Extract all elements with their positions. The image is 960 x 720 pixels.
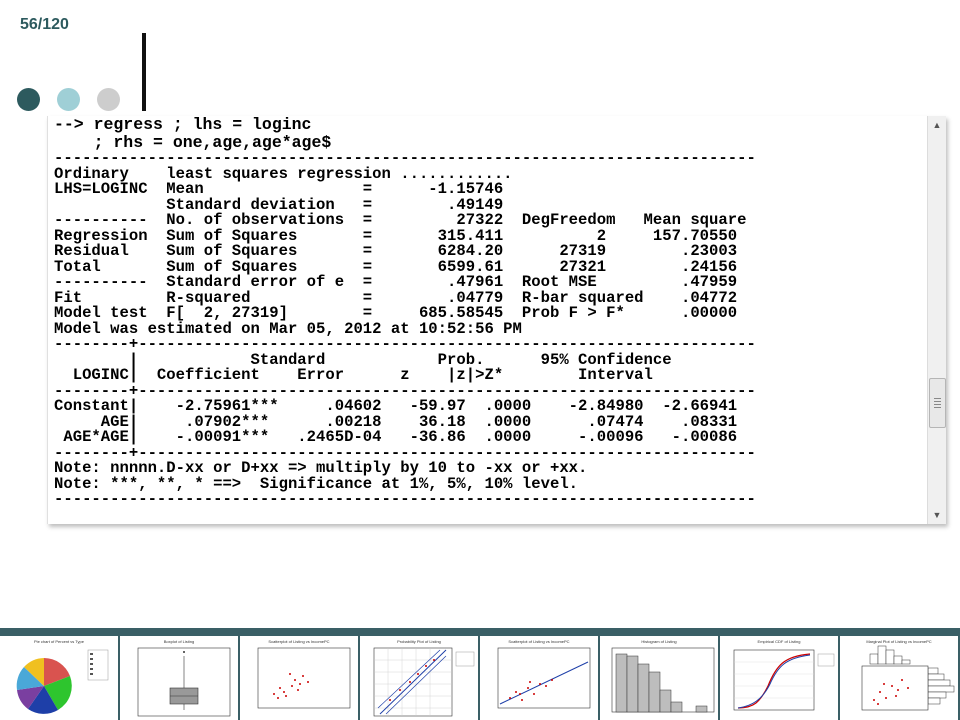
output-line: ----------------------------------------…: [54, 490, 756, 508]
thumbnail-scatterplot-fit[interactable]: Scatterplot of Listing vs IncomePC: [480, 636, 598, 720]
histogram-icon: [611, 647, 715, 713]
command-line: --> regress ; lhs = loginc: [54, 115, 312, 134]
console-output: --> regress ; lhs = loginc ; rhs = one,a…: [54, 116, 924, 516]
scatter-fit-icon: [497, 647, 591, 709]
thumbnail-boxplot[interactable]: Boxplot of Listing: [120, 636, 238, 720]
thumbnail-histogram[interactable]: Histogram of Listing: [600, 636, 718, 720]
thumbnail-empirical-cdf[interactable]: Empirical CDF of Listing: [720, 636, 838, 720]
probability-plot-icon: [373, 647, 475, 717]
thumbnail-probability-plot[interactable]: Probability Plot of Listing: [360, 636, 478, 720]
thumbnail-scatterplot[interactable]: Scatterplot of Listing vs IncomePC: [240, 636, 358, 720]
scroll-up-arrow-icon[interactable]: ▲: [930, 118, 944, 132]
thumbnail-row: Pie chart of Percent vs Type Boxplot of …: [0, 636, 960, 720]
ecdf-icon: [733, 649, 835, 711]
title-divider: [142, 33, 146, 111]
slide-number: 56/120: [20, 16, 69, 33]
decorative-dot-light: [57, 88, 80, 111]
decorative-dot-dark: [17, 88, 40, 111]
boxplot-icon: [137, 647, 231, 717]
scroll-thumb[interactable]: [929, 378, 946, 428]
thumbnail-marginal-plot[interactable]: Marginal Plot of Listing vs IncomePC: [840, 636, 958, 720]
vertical-scrollbar[interactable]: ▲ ▼: [927, 116, 946, 524]
scroll-down-arrow-icon[interactable]: ▼: [930, 508, 944, 522]
regression-output-window: --> regress ; lhs = loginc ; rhs = one,a…: [47, 116, 946, 524]
marginal-plot-icon: [861, 645, 955, 711]
pie-chart-icon: [16, 649, 109, 714]
thumbnail-pie-chart[interactable]: Pie chart of Percent vs Type: [0, 636, 118, 720]
decorative-dot-gray: [97, 88, 120, 111]
scatter-icon: [257, 647, 351, 709]
